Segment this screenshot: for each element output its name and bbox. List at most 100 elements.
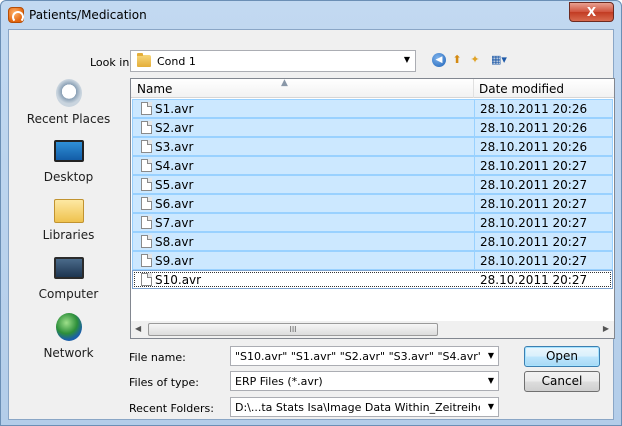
file-row[interactable]: S9.avr 28.10.2011 20:27 — [132, 251, 613, 270]
row-divider — [474, 195, 475, 212]
file-date: 28.10.2011 20:27 — [480, 159, 588, 173]
title-bar[interactable]: Patients/Medication X — [1, 1, 621, 29]
file-name: S6.avr — [155, 197, 194, 211]
place-computer[interactable]: Computer — [10, 254, 127, 312]
place-label: Network — [43, 346, 94, 360]
place-recent-places[interactable]: Recent Places — [10, 79, 127, 137]
chevron-down-icon[interactable]: ▼ — [488, 351, 494, 360]
file-icon — [141, 254, 152, 267]
file-date: 28.10.2011 20:27 — [480, 178, 588, 192]
recent-folders-select[interactable]: D:\...ta Stats Isa\Image Data Within_Zei… — [230, 397, 499, 417]
new-folder-icon[interactable]: ✦ — [468, 53, 482, 67]
file-name-value: "S10.avr" "S1.avr" "S2.avr" "S3.avr" "S4… — [235, 350, 480, 363]
file-row[interactable]: S6.avr 28.10.2011 20:27 — [132, 194, 613, 213]
chevron-down-icon: ▼ — [487, 402, 494, 411]
row-divider — [474, 233, 475, 250]
file-icon — [141, 140, 152, 153]
file-name: S10.avr — [155, 273, 202, 287]
libraries-icon — [54, 199, 84, 223]
file-list-header: Name ▲ Date modified — [131, 78, 614, 98]
file-date: 28.10.2011 20:26 — [480, 102, 588, 116]
file-list[interactable]: Name ▲ Date modified S1.avr 28.10.2011 2… — [130, 78, 615, 339]
look-in-dropdown[interactable]: Cond 1 ▼ — [130, 50, 416, 72]
file-date: 28.10.2011 20:27 — [480, 273, 588, 287]
file-name: S9.avr — [155, 254, 194, 268]
place-label: Recent Places — [26, 112, 111, 126]
file-name: S4.avr — [155, 159, 194, 173]
network-icon — [56, 313, 82, 341]
file-icon — [141, 273, 152, 286]
desktop-icon — [54, 140, 84, 162]
computer-icon — [54, 257, 84, 279]
chevron-down-icon: ▼ — [487, 376, 494, 385]
file-icon — [141, 197, 152, 210]
file-date: 28.10.2011 20:27 — [480, 197, 588, 211]
file-name-label: File name: — [129, 351, 186, 364]
scroll-left-icon[interactable]: ◀ — [135, 324, 141, 333]
file-type-value: ERP Files (*.avr) — [235, 375, 323, 388]
file-row[interactable]: S2.avr 28.10.2011 20:26 — [132, 118, 613, 137]
file-row[interactable]: S5.avr 28.10.2011 20:27 — [132, 175, 613, 194]
column-divider[interactable] — [473, 79, 474, 98]
sort-ascending-icon: ▲ — [281, 78, 288, 88]
file-name: S3.avr — [155, 140, 194, 154]
row-divider — [474, 157, 475, 174]
place-libraries[interactable]: Libraries — [10, 195, 127, 253]
file-date: 28.10.2011 20:26 — [480, 140, 588, 154]
window-title: Patients/Medication — [29, 8, 147, 22]
file-row[interactable]: S4.avr 28.10.2011 20:27 — [132, 156, 613, 175]
look-in-value: Cond 1 — [157, 55, 196, 68]
view-menu-icon[interactable]: ▦▾ — [488, 53, 510, 67]
row-divider — [474, 252, 475, 269]
scrollbar-thumb[interactable]: III — [148, 323, 438, 336]
file-name: S8.avr — [155, 235, 194, 249]
file-date: 28.10.2011 20:27 — [480, 235, 588, 249]
folder-icon — [137, 53, 151, 67]
file-row[interactable]: S7.avr 28.10.2011 20:27 — [132, 213, 613, 232]
file-icon — [141, 216, 152, 229]
file-date: 28.10.2011 20:27 — [480, 254, 588, 268]
chevron-down-icon: ▼ — [403, 55, 410, 64]
row-divider — [474, 138, 475, 155]
recent-places-icon — [56, 79, 82, 107]
horizontal-scrollbar[interactable]: ◀ III ▶ — [131, 321, 614, 338]
open-button[interactable]: Open — [524, 346, 600, 367]
file-icon — [141, 102, 152, 115]
file-row[interactable]: S8.avr 28.10.2011 20:27 — [132, 232, 613, 251]
recent-folders-value: D:\...ta Stats Isa\Image Data Within_Zei… — [235, 401, 480, 414]
app-icon — [8, 7, 24, 23]
column-header-name[interactable]: Name — [137, 82, 172, 96]
up-folder-icon[interactable]: ⬆ — [450, 53, 464, 67]
row-divider — [474, 176, 475, 193]
place-label: Libraries — [42, 228, 95, 242]
file-name: S7.avr — [155, 216, 194, 230]
file-name-input[interactable]: "S10.avr" "S1.avr" "S2.avr" "S3.avr" "S4… — [230, 346, 499, 366]
row-divider — [474, 100, 475, 117]
places-bar: Recent Places Desktop Libraries Computer… — [10, 77, 127, 367]
file-icon — [141, 178, 152, 191]
place-network[interactable]: Network — [10, 313, 127, 371]
file-icon — [141, 159, 152, 172]
file-date: 28.10.2011 20:27 — [480, 216, 588, 230]
file-name: S5.avr — [155, 178, 194, 192]
place-desktop[interactable]: Desktop — [10, 137, 127, 195]
file-date: 28.10.2011 20:26 — [480, 121, 588, 135]
look-in-label: Look in: — [90, 56, 133, 69]
file-name: S2.avr — [155, 121, 194, 135]
file-row[interactable]: S10.avr 28.10.2011 20:27 — [132, 270, 613, 289]
file-row[interactable]: S1.avr 28.10.2011 20:26 — [132, 99, 613, 118]
file-open-dialog: Patients/Medication X Look in: Cond 1 ▼ … — [0, 0, 622, 426]
place-label: Computer — [38, 287, 99, 301]
column-header-date-modified[interactable]: Date modified — [479, 82, 564, 96]
dialog-body: Look in: Cond 1 ▼ ◀ ⬆ ✦ ▦▾ Recent Places… — [8, 29, 615, 420]
file-type-label: Files of type: — [129, 376, 200, 389]
back-icon[interactable]: ◀ — [432, 53, 446, 67]
file-row[interactable]: S3.avr 28.10.2011 20:26 — [132, 137, 613, 156]
row-divider — [474, 119, 475, 136]
file-type-select[interactable]: ERP Files (*.avr) ▼ — [230, 371, 499, 391]
recent-folders-label: Recent Folders: — [129, 402, 214, 415]
scroll-right-icon[interactable]: ▶ — [603, 324, 609, 333]
cancel-button[interactable]: Cancel — [524, 371, 600, 392]
close-button[interactable]: X — [569, 2, 614, 22]
file-icon — [141, 121, 152, 134]
